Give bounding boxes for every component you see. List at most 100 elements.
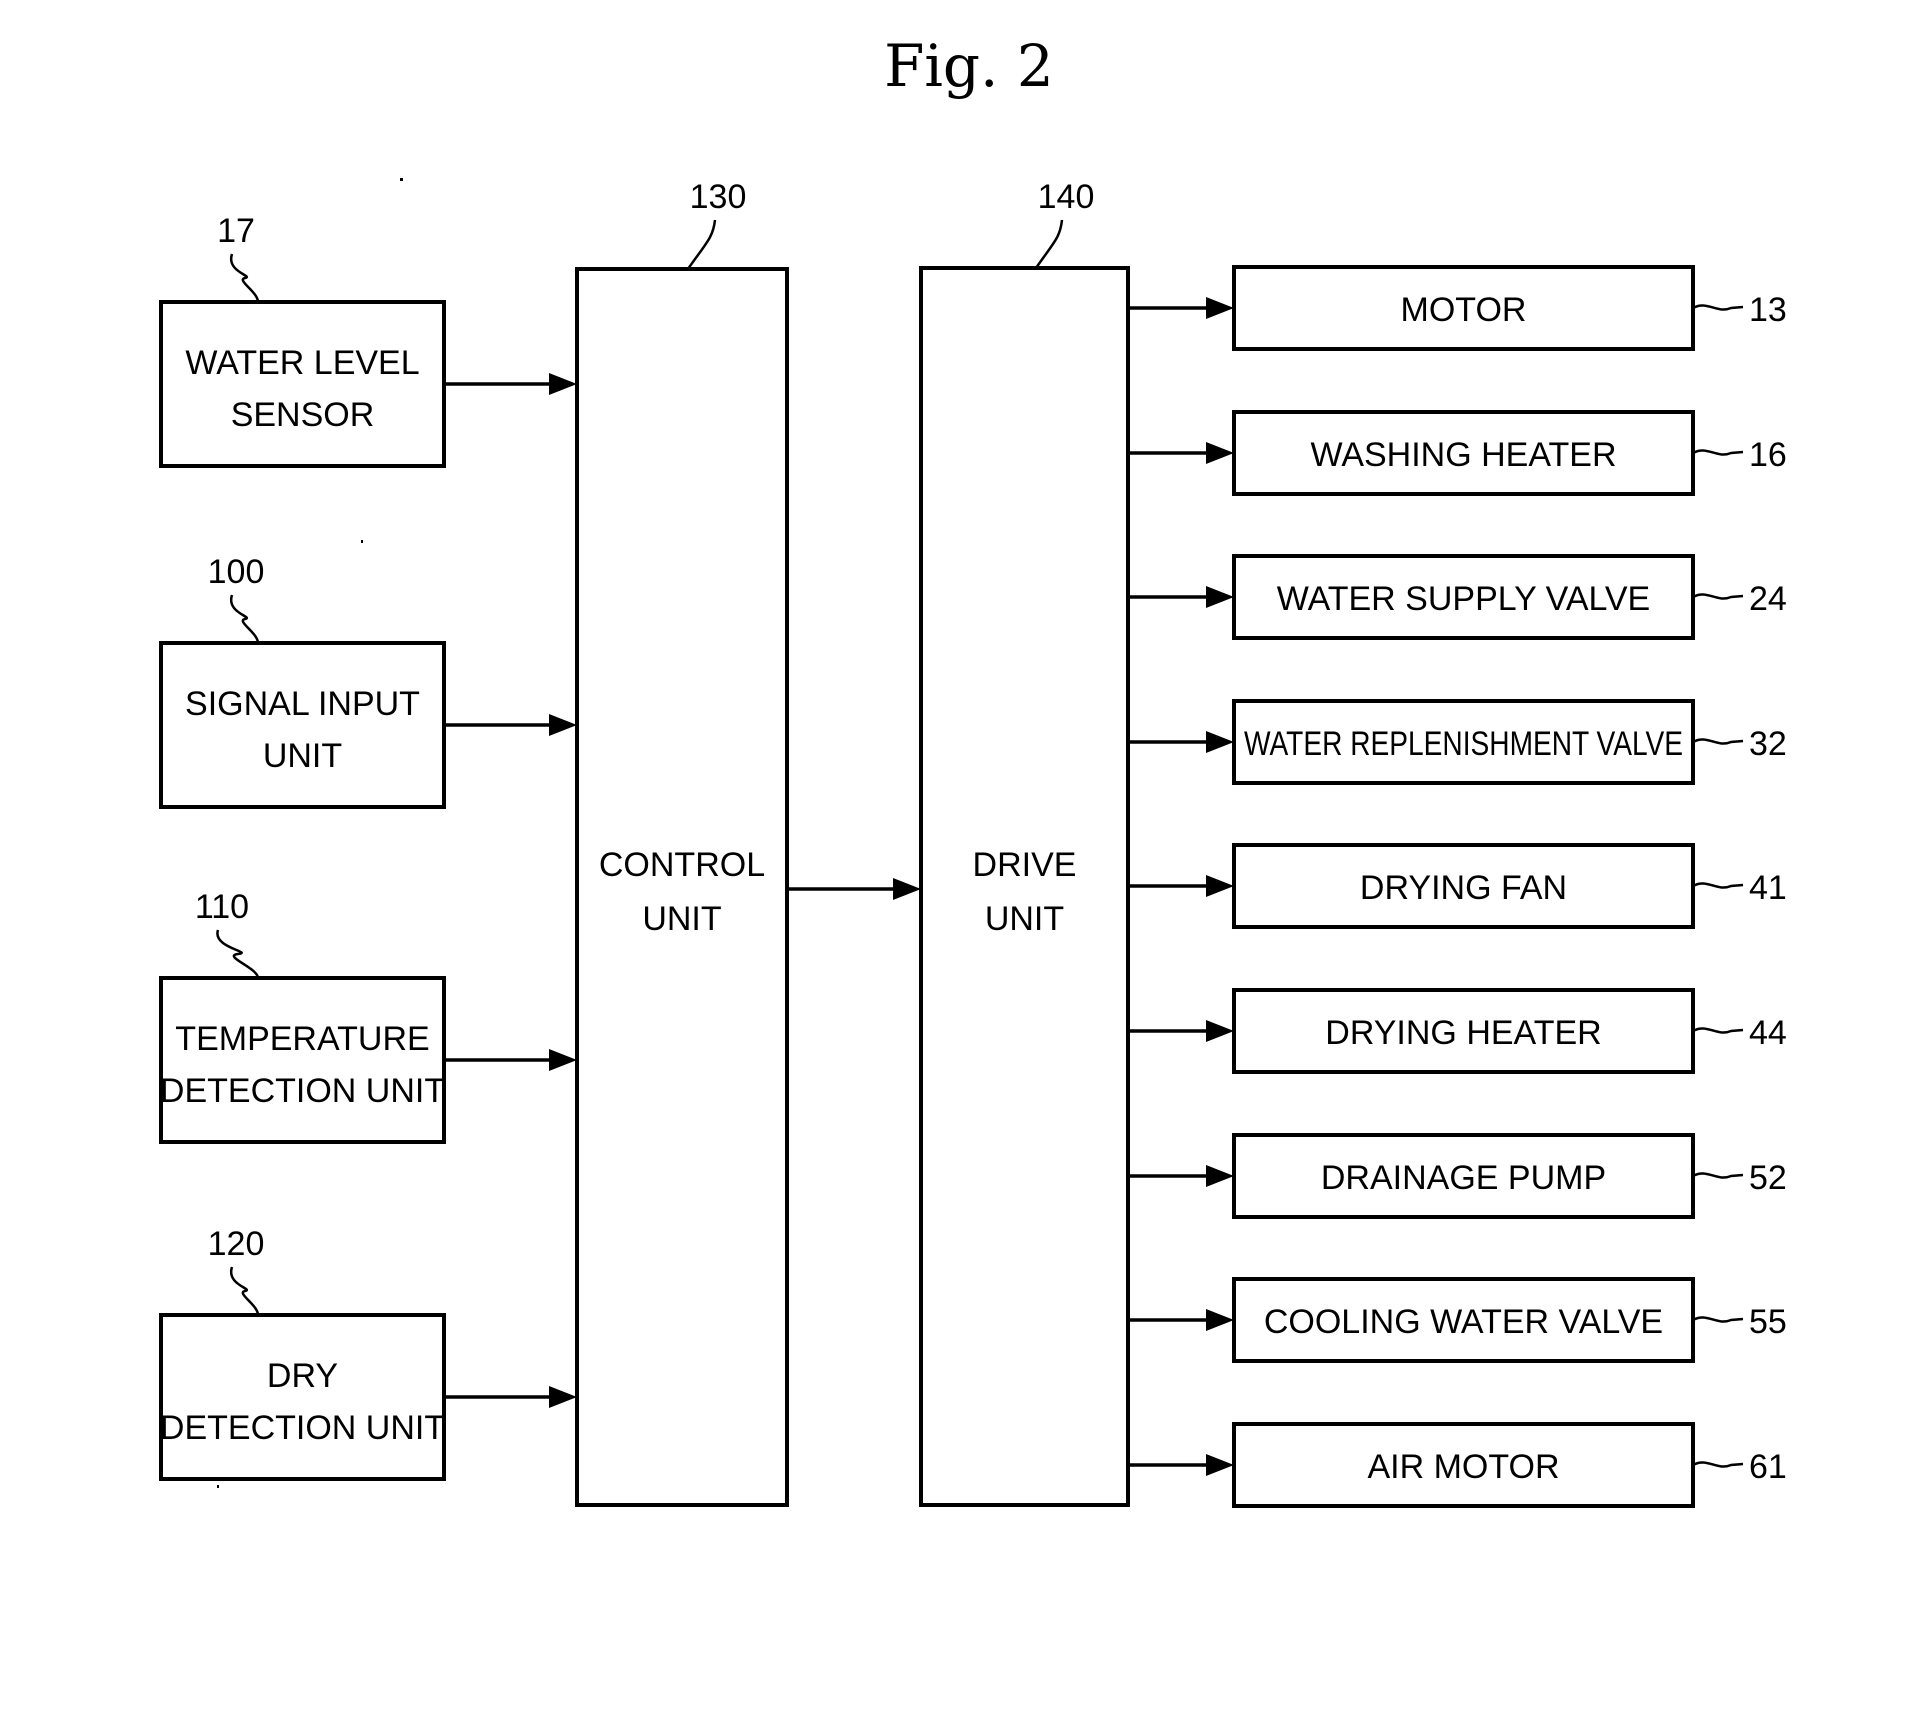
- reference-leader: [1692, 1172, 1744, 1179]
- reference-number: 17: [217, 212, 255, 250]
- motor-label: MOTOR: [1401, 291, 1527, 329]
- block-temperature-detection-unit: TEMPERATURE DETECTION UNIT 110: [159, 888, 446, 1144]
- reference-number: 24: [1749, 580, 1787, 618]
- arrow-head: [549, 714, 577, 736]
- signal-input-unit-label-line1: SIGNAL INPUT: [185, 685, 420, 723]
- scan-speck: [217, 1485, 219, 1488]
- water-level-sensor-label-line1: WATER LEVEL: [185, 344, 419, 382]
- block-washing-heater: WASHING HEATER 16: [1232, 410, 1787, 496]
- signal-input-unit-box: [159, 641, 446, 809]
- reference-number: 130: [690, 178, 747, 216]
- dry-detection-unit-label-line2: DETECTION UNIT: [160, 1409, 445, 1447]
- arrow-head: [1206, 1309, 1234, 1331]
- scan-speck: [400, 178, 403, 181]
- control-unit-label-line2: UNIT: [642, 900, 721, 938]
- reference-leader: [229, 253, 260, 303]
- arrow-control-to-drive: [787, 878, 921, 900]
- reference-leader: [1692, 304, 1744, 311]
- block-cooling-water-valve: COOLING WATER VALVE 55: [1232, 1277, 1787, 1363]
- dry-detection-unit-label-line1: DRY: [267, 1357, 338, 1395]
- water-supply-valve-label: WATER SUPPLY VALVE: [1277, 580, 1651, 618]
- block-drainage-pump: DRAINAGE PUMP 52: [1232, 1133, 1787, 1219]
- arrow-drive-to-drainage-pump: [1128, 1165, 1234, 1187]
- block-signal-input-unit: SIGNAL INPUT UNIT 100: [159, 553, 446, 809]
- reference-number: 16: [1749, 436, 1787, 474]
- block-drying-fan: DRYING FAN 41: [1232, 843, 1787, 929]
- reference-leader: [1034, 219, 1064, 269]
- arrow-head: [1206, 442, 1234, 464]
- arrow-water-level-sensor-to-control: [444, 373, 577, 395]
- drive-unit-label-line2: UNIT: [985, 900, 1064, 938]
- arrow-signal-input-unit-to-control: [444, 714, 577, 736]
- drainage-pump-label: DRAINAGE PUMP: [1321, 1159, 1606, 1197]
- block-air-motor: AIR MOTOR 61: [1232, 1422, 1787, 1508]
- arrow-head: [1206, 1454, 1234, 1476]
- arrow-head: [1206, 1165, 1234, 1187]
- reference-leader: [216, 929, 260, 979]
- arrow-head: [893, 878, 921, 900]
- arrow-head: [1206, 586, 1234, 608]
- arrow-head: [1206, 297, 1234, 319]
- control-unit-label-line1: CONTROL: [599, 846, 765, 884]
- signal-input-unit-label-line2: UNIT: [263, 737, 342, 775]
- water-level-sensor-label-line2: SENSOR: [231, 396, 375, 434]
- block-layer: WATER LEVEL SENSOR 17 SIGNAL INPUT UNIT 100 TE…: [159, 178, 1787, 1508]
- block-drive-unit: DRIVE UNIT 140: [919, 178, 1130, 1507]
- reference-leader: [1692, 1316, 1744, 1323]
- reference-leader: [229, 594, 260, 644]
- block-drying-heater: DRYING HEATER 44: [1232, 988, 1787, 1074]
- water-level-sensor-box: [159, 300, 446, 468]
- temperature-detection-unit-box: [159, 976, 446, 1144]
- arrow-drive-to-air-motor: [1128, 1454, 1234, 1476]
- arrow-head: [549, 1386, 577, 1408]
- block-control-unit: CONTROL UNIT 130: [575, 178, 789, 1507]
- block-water-level-sensor: WATER LEVEL SENSOR 17: [159, 212, 446, 468]
- block-diagram: Fig. 2 WATER LEVEL SENSOR 17 SIGNAL INPUT UN…: [159, 32, 1787, 1508]
- reference-leader: [1692, 882, 1744, 889]
- drying-fan-label: DRYING FAN: [1360, 869, 1567, 907]
- reference-number: 41: [1749, 869, 1787, 907]
- dry-detection-unit-box: [159, 1313, 446, 1481]
- reference-leader: [1692, 593, 1744, 600]
- arrow-dry-detection-unit-to-control: [444, 1386, 577, 1408]
- arrow-drive-to-motor: [1128, 297, 1234, 319]
- arrow-drive-to-cooling-water-valve: [1128, 1309, 1234, 1331]
- arrow-drive-to-drying-fan: [1128, 875, 1234, 897]
- drying-heater-label: DRYING HEATER: [1325, 1014, 1601, 1052]
- control-unit-box: [575, 267, 789, 1507]
- block-water-supply-valve: WATER SUPPLY VALVE 24: [1232, 554, 1787, 640]
- block-water-replenishment-valve: WATER REPLENISHMENT VALVE 32: [1232, 699, 1787, 785]
- reference-number: 100: [208, 553, 265, 591]
- drive-unit-label-line1: DRIVE: [973, 846, 1077, 884]
- reference-number: 110: [195, 888, 249, 926]
- figure-title: Fig. 2: [884, 32, 1054, 100]
- reference-number: 55: [1749, 1303, 1787, 1341]
- reference-number: 120: [208, 1225, 265, 1263]
- arrow-head: [1206, 731, 1234, 753]
- reference-number: 61: [1749, 1448, 1787, 1486]
- scan-speck: [361, 540, 363, 543]
- temperature-detection-unit-label-line1: TEMPERATURE: [175, 1020, 429, 1058]
- reference-leader: [1692, 1027, 1744, 1034]
- reference-leader: [1692, 449, 1744, 456]
- arrow-drive-to-water-replenishment-valve: [1128, 731, 1234, 753]
- drive-unit-box: [919, 266, 1130, 1507]
- reference-number: 13: [1749, 291, 1787, 329]
- arrow-drive-to-drying-heater: [1128, 1020, 1234, 1042]
- water-replenishment-valve-label: WATER REPLENISHMENT VALVE: [1244, 725, 1683, 763]
- arrow-head: [549, 373, 577, 395]
- block-dry-detection-unit: DRY DETECTION UNIT 120: [159, 1225, 446, 1481]
- arrow-head: [1206, 875, 1234, 897]
- reference-number: 52: [1749, 1159, 1787, 1197]
- reference-leader: [686, 219, 717, 270]
- cooling-water-valve-label: COOLING WATER VALVE: [1264, 1303, 1663, 1341]
- temperature-detection-unit-label-line2: DETECTION UNIT: [160, 1072, 445, 1110]
- arrow-drive-to-washing-heater: [1128, 442, 1234, 464]
- arrow-head: [549, 1049, 577, 1071]
- air-motor-label: AIR MOTOR: [1367, 1448, 1559, 1486]
- reference-number: 44: [1749, 1014, 1787, 1052]
- reference-leader: [1692, 1461, 1744, 1468]
- block-motor: MOTOR 13: [1232, 265, 1787, 351]
- reference-leader: [1692, 738, 1744, 745]
- reference-leader: [229, 1266, 260, 1316]
